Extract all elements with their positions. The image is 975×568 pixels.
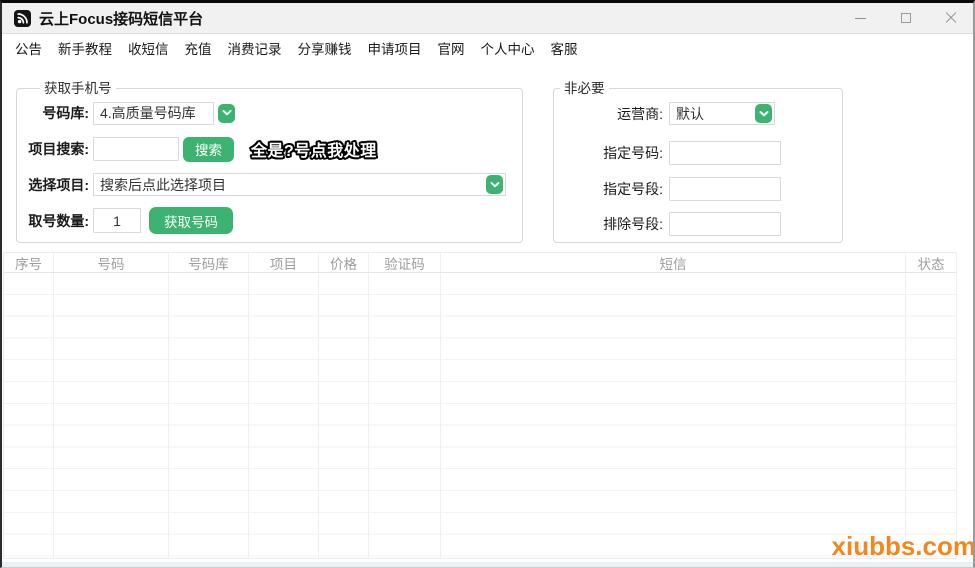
select-project-label: 选择项目:	[28, 176, 89, 193]
minimize-button[interactable]	[838, 3, 883, 33]
menu-item-customer-service[interactable]: 客服	[543, 35, 586, 61]
fetch-number-button[interactable]: 获取号码	[149, 207, 233, 234]
menu-item-tutorial[interactable]: 新手教程	[50, 35, 120, 61]
library-select[interactable]: 4.高质量号码库	[93, 101, 214, 125]
result-table-body	[3, 273, 957, 559]
column-header-number-library: 号码库	[169, 253, 249, 272]
table-column-number	[54, 273, 169, 558]
specify-segment-label: 指定号段:	[603, 181, 663, 197]
menu-item-announcement[interactable]: 公告	[7, 35, 50, 61]
get-number-panel-legend: 获取手机号	[40, 80, 116, 97]
project-select-value: 搜索后点此选择项目	[100, 176, 226, 193]
library-chevron-down-icon[interactable]	[218, 103, 235, 123]
library-select-value: 4.高质量号码库	[100, 105, 196, 121]
quantity-input[interactable]	[93, 208, 141, 233]
maximize-icon	[900, 13, 911, 23]
table-column-project	[249, 273, 319, 558]
optional-panel: 非必要 运营商: 默认 指定号码: 指定号段: 排除号段:	[553, 80, 843, 243]
specify-segment-input[interactable]	[669, 177, 781, 201]
operator-select-value: 默认	[676, 105, 704, 122]
project-search-label: 项目搜索:	[28, 141, 89, 157]
column-header-sms: 短信	[441, 253, 906, 272]
menu-item-recharge[interactable]: 充值	[177, 35, 220, 61]
library-label: 号码库:	[42, 105, 89, 121]
project-search-input[interactable]	[93, 137, 179, 161]
exclude-segment-input[interactable]	[669, 212, 781, 236]
table-column-index	[4, 273, 54, 558]
close-button[interactable]	[928, 3, 973, 33]
table-column-price	[319, 273, 369, 558]
project-chevron-down-icon[interactable]	[486, 175, 503, 194]
table-column-status	[906, 273, 957, 558]
specify-number-label: 指定号码:	[603, 145, 663, 161]
column-header-number: 号码	[54, 253, 169, 272]
result-table-header: 序号 号码 号码库 项目 价格 验证码 短信 状态	[3, 252, 957, 273]
maximize-button[interactable]	[883, 3, 928, 33]
window-controls	[838, 3, 973, 33]
project-select[interactable]: 搜索后点此选择项目	[93, 173, 506, 196]
table-column-sms	[441, 273, 906, 558]
menu-item-consumption-record[interactable]: 消费记录	[220, 35, 290, 61]
watermark: xiubbs.com	[831, 531, 975, 561]
optional-panel-legend: 非必要	[560, 80, 609, 97]
table-column-number-library	[169, 273, 249, 558]
menu-item-apply-project[interactable]: 申请项目	[360, 35, 430, 61]
bottom-scrollbar-track[interactable]	[2, 562, 973, 567]
menubar: 公告 新手教程 收短信 充值 消费记录 分享赚钱 申请项目 官网 个人中心 客服	[2, 34, 973, 61]
column-header-project: 项目	[249, 253, 319, 272]
column-header-index: 序号	[4, 253, 54, 272]
menu-item-personal-center[interactable]: 个人中心	[473, 35, 543, 61]
specify-number-input[interactable]	[669, 141, 781, 165]
close-icon	[945, 12, 957, 24]
column-header-verify-code: 验证码	[369, 253, 441, 272]
exclude-segment-label: 排除号段:	[603, 216, 663, 232]
get-number-panel: 获取手机号 号码库: 4.高质量号码库 项目搜索: 搜索 全是?号点我处理 选择…	[16, 80, 523, 243]
operator-label: 运营商:	[617, 105, 663, 122]
column-header-status: 状态	[906, 253, 957, 272]
operator-select[interactable]: 默认	[669, 102, 775, 125]
column-header-price: 价格	[319, 253, 369, 272]
titlebar: 云上Focus接码短信平台	[2, 3, 973, 34]
window-title: 云上Focus接码短信平台	[39, 10, 204, 28]
minimize-icon	[855, 17, 866, 19]
search-button[interactable]: 搜索	[183, 136, 234, 162]
app-logo-rss-icon	[14, 9, 31, 27]
result-table: 序号 号码 号码库 项目 价格 验证码 短信 状态	[3, 252, 957, 559]
app-window: 云上Focus接码短信平台 公告 新手教程 收短信 充值 消费记录 分享赚钱 申请项目 官网个…	[0, 0, 975, 568]
table-column-verify-code	[369, 273, 441, 558]
question-mark-help-link[interactable]: 全是?号点我处理	[251, 137, 377, 161]
menu-item-share-earn[interactable]: 分享赚钱	[290, 35, 360, 61]
menu-item-receive-sms[interactable]: 收短信	[120, 35, 177, 61]
operator-chevron-down-icon[interactable]	[755, 104, 772, 123]
menu-item-official-site[interactable]: 官网	[430, 35, 473, 61]
quantity-label: 取号数量:	[28, 212, 89, 229]
